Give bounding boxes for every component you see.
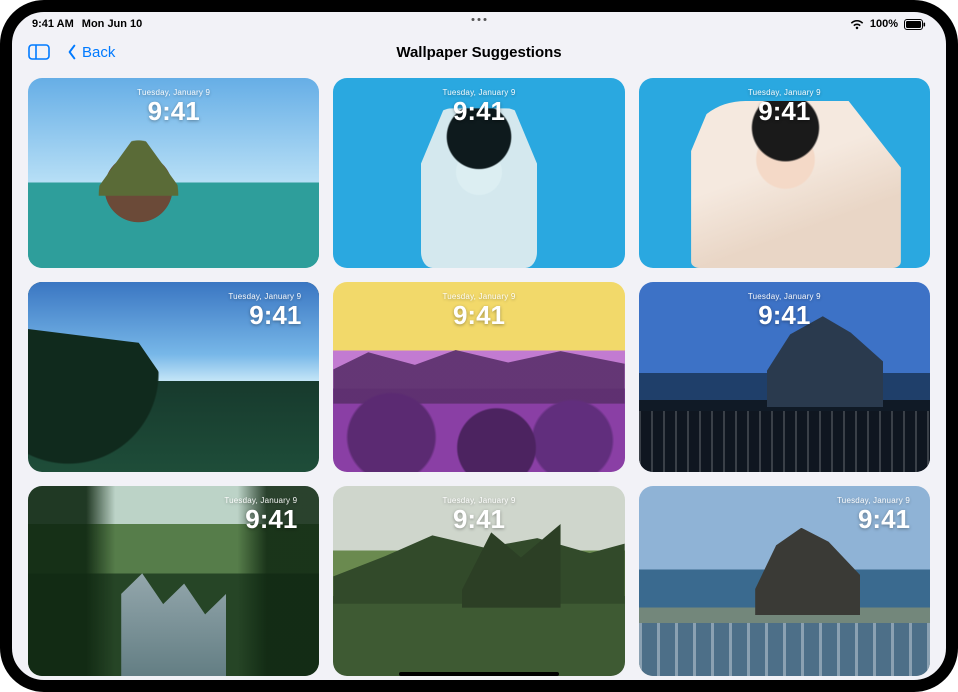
lockscreen-date: Tuesday, January 9 (333, 292, 624, 301)
lockscreen-overlay: Tuesday, January 9 9:41 (228, 292, 301, 328)
lockscreen-time: 9:41 (333, 302, 624, 328)
wallpaper-tile[interactable]: Tuesday, January 9 9:41 (28, 282, 319, 472)
wifi-icon (850, 19, 864, 30)
lockscreen-time: 9:41 (639, 98, 930, 124)
home-indicator[interactable] (399, 672, 559, 676)
status-bar: 9:41 AM Mon Jun 10 100% (12, 12, 946, 34)
lockscreen-time: 9:41 (224, 506, 297, 532)
lockscreen-overlay: Tuesday, January 9 9:41 (224, 496, 297, 532)
lockscreen-time: 9:41 (228, 302, 301, 328)
lockscreen-date: Tuesday, January 9 (639, 88, 930, 97)
wallpaper-tile[interactable]: Tuesday, January 9 9:41 (28, 486, 319, 676)
lockscreen-time: 9:41 (333, 506, 624, 532)
lockscreen-date: Tuesday, January 9 (639, 292, 930, 301)
battery-percent: 100% (870, 18, 898, 30)
back-button[interactable]: Back (64, 44, 115, 61)
sidebar-toggle-button[interactable] (28, 43, 50, 61)
status-time: 9:41 AM (32, 18, 74, 30)
wallpaper-tile[interactable]: Tuesday, January 9 9:41 (28, 78, 319, 268)
lockscreen-date: Tuesday, January 9 (837, 496, 910, 505)
wallpaper-tile[interactable]: Tuesday, January 9 9:41 (333, 282, 624, 472)
lockscreen-time: 9:41 (333, 98, 624, 124)
lockscreen-overlay: Tuesday, January 9 9:41 (639, 88, 930, 124)
lockscreen-time: 9:41 (28, 98, 319, 124)
wallpaper-grid: Tuesday, January 9 9:41 Tuesday, January… (12, 70, 946, 680)
lockscreen-time: 9:41 (837, 506, 910, 532)
wallpaper-tile[interactable]: Tuesday, January 9 9:41 (639, 282, 930, 472)
lockscreen-date: Tuesday, January 9 (333, 88, 624, 97)
lockscreen-time: 9:41 (639, 302, 930, 328)
status-date: Mon Jun 10 (82, 18, 143, 30)
lockscreen-date: Tuesday, January 9 (224, 496, 297, 505)
lockscreen-overlay: Tuesday, January 9 9:41 (333, 292, 624, 328)
wallpaper-tile[interactable]: Tuesday, January 9 9:41 (639, 486, 930, 676)
lockscreen-date: Tuesday, January 9 (333, 496, 624, 505)
multitask-dots-icon[interactable] (472, 18, 487, 21)
lockscreen-overlay: Tuesday, January 9 9:41 (28, 88, 319, 124)
battery-icon (904, 19, 926, 30)
lockscreen-date: Tuesday, January 9 (28, 88, 319, 97)
lockscreen-date: Tuesday, January 9 (228, 292, 301, 301)
lockscreen-overlay: Tuesday, January 9 9:41 (639, 292, 930, 328)
wallpaper-tile[interactable]: Tuesday, January 9 9:41 (333, 78, 624, 268)
lockscreen-overlay: Tuesday, January 9 9:41 (837, 496, 910, 532)
wallpaper-tile[interactable]: Tuesday, January 9 9:41 (639, 78, 930, 268)
wallpaper-tile[interactable]: Tuesday, January 9 9:41 (333, 486, 624, 676)
lockscreen-overlay: Tuesday, January 9 9:41 (333, 496, 624, 532)
page-title: Wallpaper Suggestions (396, 44, 561, 61)
nav-bar: Back Wallpaper Suggestions (12, 34, 946, 70)
ipad-frame: 9:41 AM Mon Jun 10 100% Back Wallpa (0, 0, 958, 692)
back-label: Back (82, 44, 115, 61)
lockscreen-overlay: Tuesday, January 9 9:41 (333, 88, 624, 124)
